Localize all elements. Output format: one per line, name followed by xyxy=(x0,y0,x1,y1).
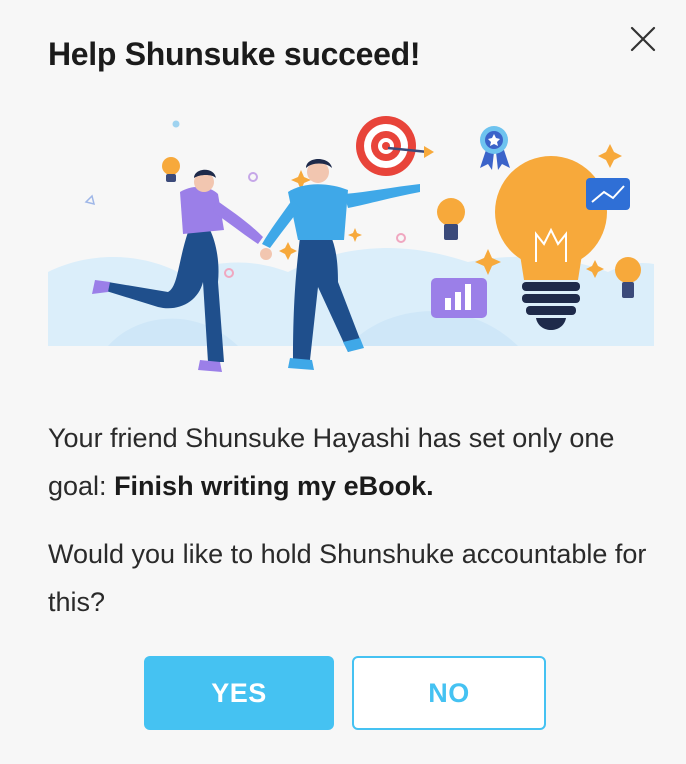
goal-message: Your friend Shunsuke Hayashi has set onl… xyxy=(48,414,648,510)
small-lightbulb-icon xyxy=(162,157,180,182)
close-icon xyxy=(630,26,656,52)
goal-dialog: Help Shunsuke succeed! Your friend Shuns… xyxy=(0,0,686,764)
medium-lightbulb-icon xyxy=(437,198,465,240)
yes-button[interactable]: YES xyxy=(144,656,334,730)
no-button[interactable]: NO xyxy=(352,656,546,730)
goal-text: Finish writing my eBook. xyxy=(114,471,434,501)
close-button[interactable] xyxy=(626,22,660,56)
trend-chart-card-icon xyxy=(586,178,630,210)
dialog-title: Help Shunsuke succeed! xyxy=(48,36,421,72)
target-icon xyxy=(356,116,434,176)
award-ribbon-icon xyxy=(480,126,510,170)
success-illustration xyxy=(48,116,654,372)
bar-chart-card-icon xyxy=(431,278,487,318)
accountability-question: Would you like to hold Shunshuke account… xyxy=(48,539,647,617)
